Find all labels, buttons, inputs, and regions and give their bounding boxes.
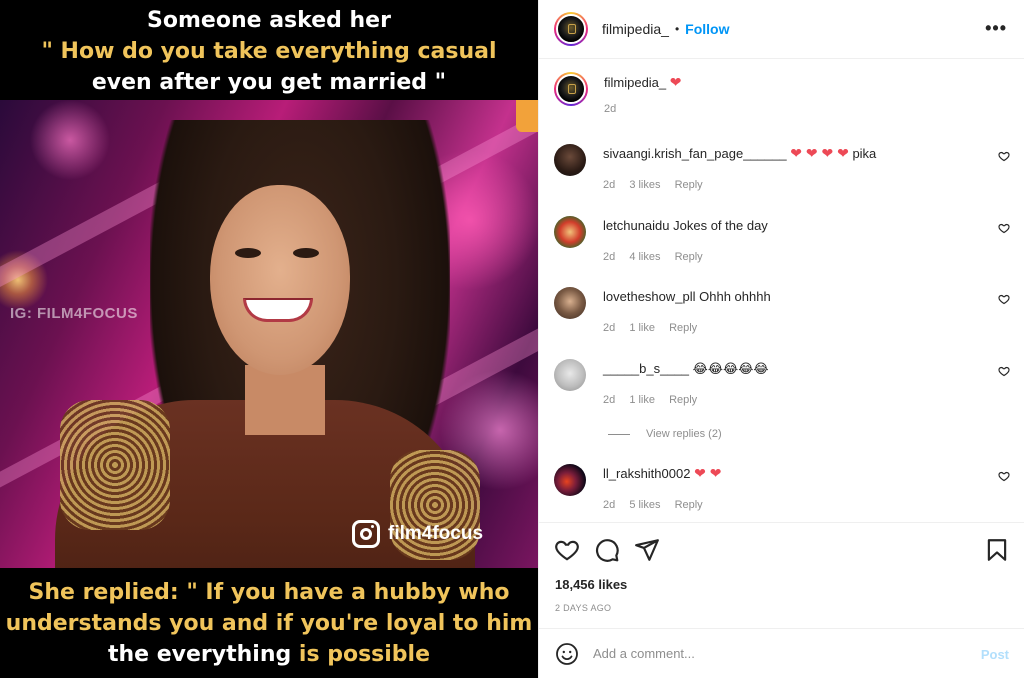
meme-top-line-3: even after you get married " [91, 70, 447, 95]
comment-text: Ohhh ohhhh [699, 289, 771, 304]
comment-like-icon[interactable] [998, 222, 1010, 234]
post-button[interactable]: Post [981, 647, 1009, 662]
comment-time: 2d [603, 394, 616, 406]
comment-text: 😂😂😂😂😂 [692, 361, 769, 376]
paper-plane-icon[interactable] [634, 537, 660, 563]
heart-emojis: ❤ ❤ [694, 465, 722, 481]
follow-button[interactable]: Follow [685, 21, 729, 37]
comment-item: _____b_s____ 😂😂😂😂😂 2d 1 like Reply [554, 359, 1010, 409]
comment-like-icon[interactable] [998, 150, 1010, 162]
caption-avatar[interactable] [554, 72, 588, 106]
comment-username[interactable]: lovetheshow_pll [603, 289, 696, 304]
post-header: filmipedia_ • Follow ••• [539, 0, 1024, 59]
comment-username[interactable]: sivaangi.krish_fan_page______ [603, 146, 787, 161]
watermark-handle-text: film4focus [388, 523, 484, 544]
meme-top-line-2: " How do you take everything casual [41, 39, 497, 64]
reply-button[interactable]: Reply [669, 322, 697, 334]
post-date[interactable]: 2 DAYS AGO [555, 603, 611, 613]
comments-list[interactable]: filmipedia_ ❤ 2d sivaangi.krish_fan_page… [539, 60, 1024, 522]
meme-top-caption: Someone asked her " How do you take ever… [0, 0, 538, 100]
meme-bottom-caption: She replied: " If you have a hubby who u… [0, 568, 538, 678]
post-sidebar: filmipedia_ • Follow ••• filmipedia_ ❤ 2… [538, 0, 1024, 678]
bookmark-icon[interactable] [984, 537, 1010, 563]
watermark-ig-text: IG: FILM4FOCUS [10, 305, 138, 322]
meme-bottom-line-1b: a hubby who [351, 580, 510, 605]
comment-avatar[interactable] [554, 216, 586, 248]
comment-likes[interactable]: 5 likes [629, 499, 660, 511]
reply-button[interactable]: Reply [675, 499, 703, 511]
comment-username[interactable]: _____b_s____ [603, 361, 689, 376]
meme-photo: IG: FILM4FOCUS film4focus [0, 100, 538, 568]
comment-like-icon[interactable] [998, 365, 1010, 377]
comment-time: 2d [603, 251, 616, 263]
comment-item: sivaangi.krish_fan_page______ ❤ ❤ ❤ ❤ pi… [554, 144, 1010, 194]
view-replies-line [608, 433, 630, 435]
post-image[interactable]: Someone asked her " How do you take ever… [0, 0, 538, 678]
reply-button[interactable]: Reply [675, 179, 703, 191]
instagram-logo-icon [352, 520, 380, 548]
meme-bottom-line-2: understands you and if you're loyal to h… [5, 611, 533, 636]
likes-count[interactable]: 18,456 likes [555, 577, 627, 592]
post-actions: 18,456 likes 2 DAYS AGO [539, 522, 1024, 628]
comment-likes[interactable]: 4 likes [629, 251, 660, 263]
more-options-icon[interactable]: ••• [985, 18, 1007, 39]
comment-like-icon[interactable] [998, 293, 1010, 305]
comment-item: lovetheshow_pll Ohhh ohhhh 2d 1 like Rep… [554, 287, 1010, 337]
comment-text: Jokes of the day [673, 218, 768, 233]
smiley-icon[interactable] [555, 642, 579, 666]
woman-face [210, 185, 350, 375]
post-caption: filmipedia_ ❤ 2d [554, 72, 682, 115]
view-replies-button[interactable]: View replies (2) [608, 428, 722, 440]
reply-button[interactable]: Reply [669, 394, 697, 406]
watermark-handle: film4focus [352, 520, 483, 548]
comment-input[interactable] [593, 646, 953, 661]
meme-top-line-1: Someone asked her [147, 8, 391, 33]
corner-badge [516, 100, 538, 132]
woman-neck [245, 365, 325, 435]
comment-avatar[interactable] [554, 464, 586, 496]
view-replies-label: View replies (2) [646, 428, 722, 440]
comment-time: 2d [603, 322, 616, 334]
avatar[interactable] [554, 12, 588, 46]
comment-avatar[interactable] [554, 287, 586, 319]
heart-outline-icon[interactable] [554, 537, 580, 563]
caption-username[interactable]: filmipedia_ [604, 75, 666, 90]
heart-emojis: ❤ ❤ ❤ ❤ [790, 145, 849, 161]
woman-eye [293, 248, 319, 258]
comment-likes[interactable]: 1 like [629, 394, 655, 406]
woman-eye [235, 248, 261, 258]
separator-dot: • [674, 22, 680, 36]
comment-username[interactable]: ll_rakshith0002 [603, 466, 690, 481]
comment-avatar[interactable] [554, 359, 586, 391]
reply-button[interactable]: Reply [675, 251, 703, 263]
caption-heart-emoji: ❤ [669, 74, 682, 90]
comment-username[interactable]: letchunaidu [603, 218, 670, 233]
comment-time: 2d [603, 499, 616, 511]
comment-avatar[interactable] [554, 144, 586, 176]
meme-bottom-line-3a: the everything [107, 642, 299, 667]
comment-likes[interactable]: 3 likes [629, 179, 660, 191]
header-username[interactable]: filmipedia_ [602, 21, 669, 37]
comment-text: pika [852, 146, 877, 161]
comment-time: 2d [603, 179, 616, 191]
speech-bubble-icon[interactable] [594, 537, 620, 563]
comment-like-icon[interactable] [998, 470, 1010, 482]
comment-item: letchunaidu Jokes of the day 2d 4 likes … [554, 216, 1010, 266]
caption-time: 2d [604, 103, 617, 115]
comment-likes[interactable]: 1 like [629, 322, 655, 334]
dress-embroidery [60, 400, 170, 530]
meme-bottom-line-1a: She replied: " If you have [28, 580, 352, 605]
meme-bottom-line-3b: is possible [298, 642, 431, 667]
add-comment-bar: Post [539, 628, 1024, 678]
comment-item: ll_rakshith0002 ❤ ❤ 2d 5 likes Reply [554, 464, 1010, 514]
